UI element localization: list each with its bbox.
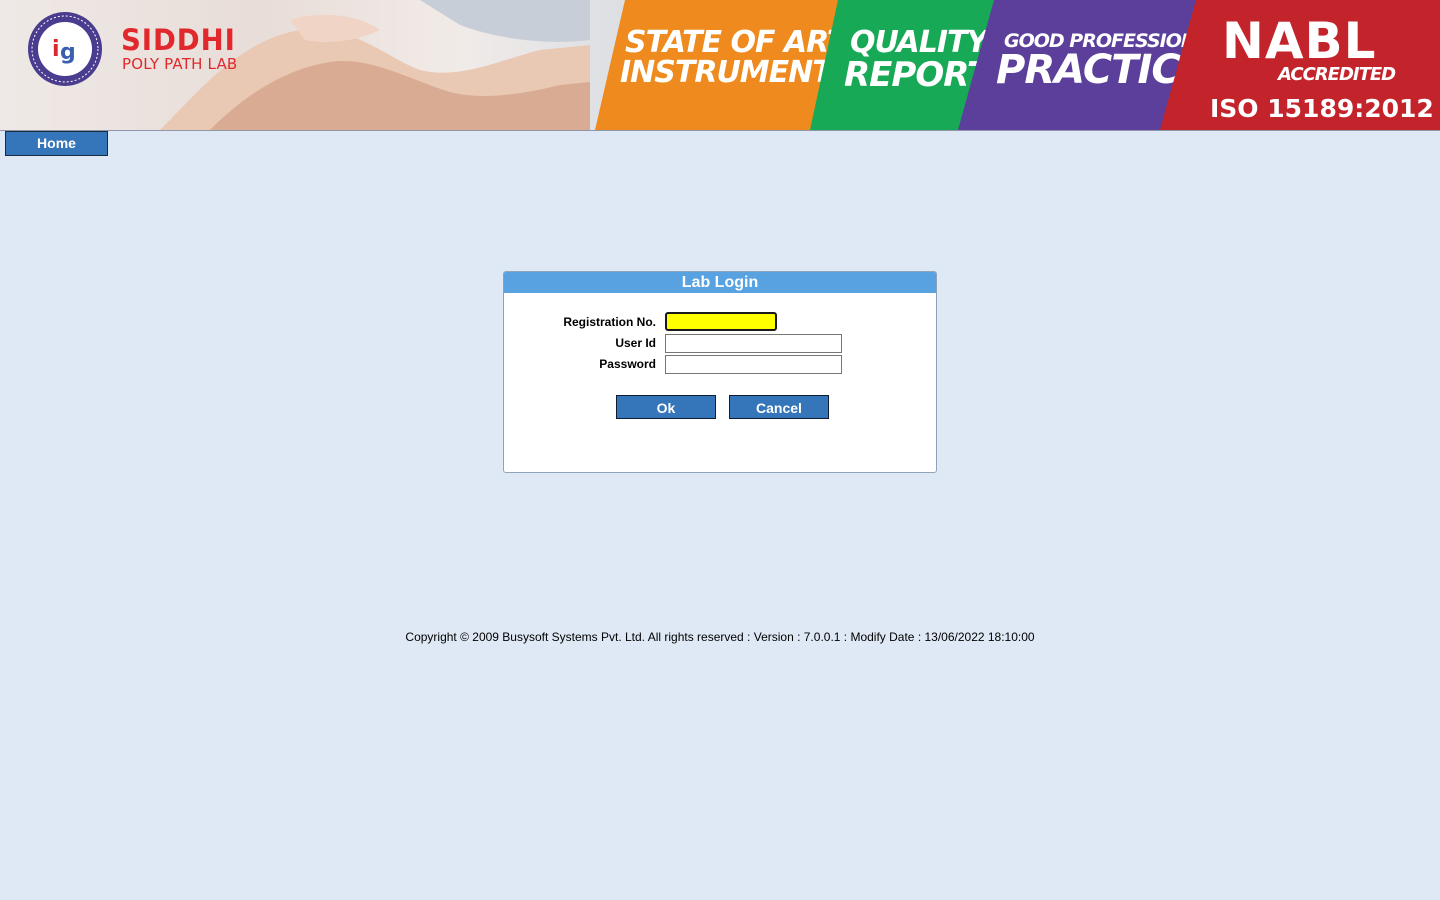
svg-text:g: g: [60, 40, 76, 65]
userid-label: User Id: [615, 336, 656, 350]
logo-emblem: i g: [28, 12, 102, 86]
registration-row: Registration No.: [504, 312, 936, 333]
panel-nabl-line1: NABL: [1222, 12, 1377, 70]
panel-art-line2: INSTRUMENTS: [620, 55, 853, 90]
ok-button[interactable]: Ok: [616, 395, 716, 419]
header-banner: i g SIDDHI POLY PATH LAB STATE OF ART IN…: [0, 0, 1440, 131]
userid-row: User Id: [504, 334, 936, 354]
panel-art-line1: STATE OF ART: [625, 25, 847, 60]
panel-nabl-line2: ACCREDITED: [1278, 64, 1396, 85]
login-title: Lab Login: [504, 272, 936, 293]
registration-label: Registration No.: [563, 315, 656, 329]
panel-nabl-line3: ISO 15189:2012: [1210, 94, 1434, 123]
brand-name: SIDDHI: [121, 23, 236, 57]
password-row: Password: [504, 355, 936, 375]
banner-panel-nabl: NABL ACCREDITED ISO 15189:2012: [1160, 0, 1440, 130]
svg-text:i: i: [52, 37, 60, 62]
brand-subtitle: POLY PATH LAB: [122, 55, 238, 73]
password-label: Password: [599, 357, 656, 371]
userid-input[interactable]: [665, 334, 842, 353]
cancel-button[interactable]: Cancel: [729, 395, 829, 419]
registration-input[interactable]: [665, 312, 777, 331]
password-input[interactable]: [665, 355, 842, 374]
panel-quality-line2: REPORT: [844, 55, 990, 95]
copyright-footer: Copyright © 2009 Busysoft Systems Pvt. L…: [405, 630, 1035, 644]
panel-quality-line1: QUALITY: [850, 25, 988, 60]
home-nav-button[interactable]: Home: [5, 131, 108, 156]
lab-login-panel: Lab Login Registration No. User Id Passw…: [503, 271, 937, 473]
